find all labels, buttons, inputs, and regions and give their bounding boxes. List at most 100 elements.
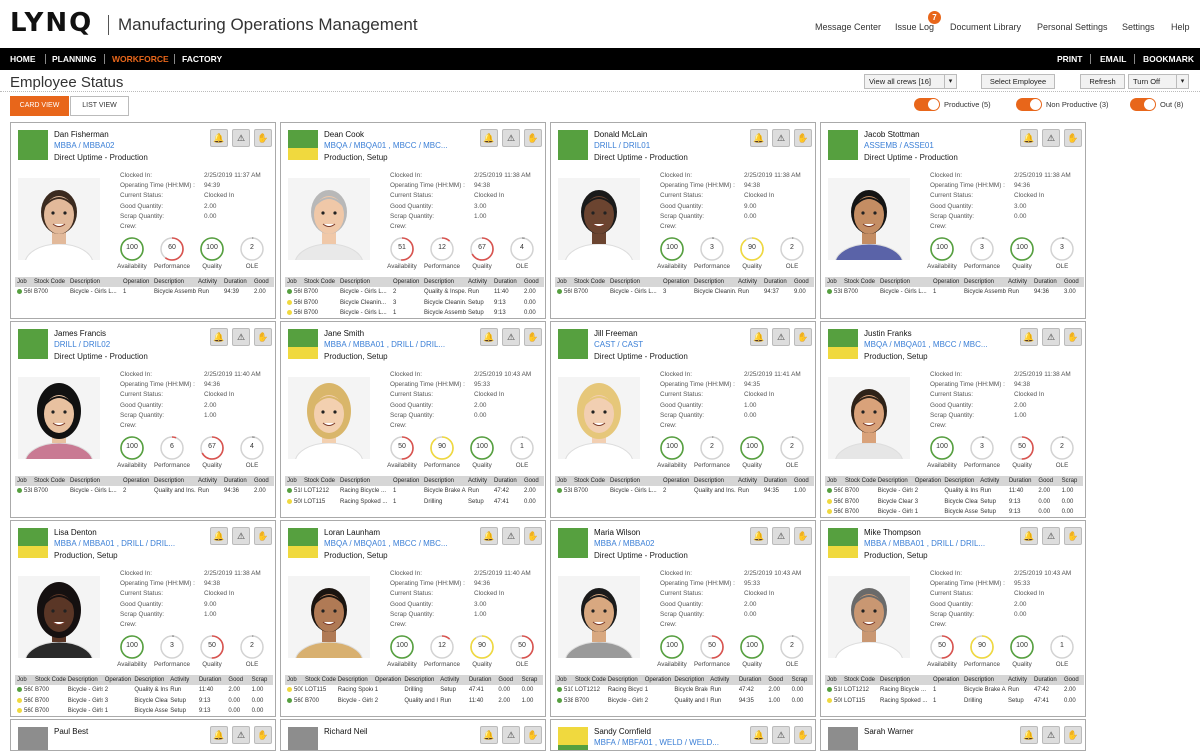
column-header[interactable]: Description <box>878 277 931 287</box>
bell-icon[interactable]: 🔔 <box>1020 527 1038 545</box>
menu-workforce[interactable]: WORKFORCE <box>112 54 169 64</box>
job-row[interactable]: 538B700 Bicycle - Girls L... 2 Quality and … <box>555 486 814 497</box>
job-row[interactable]: 510LOT1212Racing Bicycle ...1Bicycle Bra… <box>285 486 544 497</box>
menu-print[interactable]: PRINT <box>1057 54 1083 64</box>
column-header[interactable]: Good <box>1062 277 1084 287</box>
warning-icon[interactable]: ⚠ <box>232 527 250 545</box>
column-header[interactable]: Stock Code <box>32 675 66 685</box>
warning-icon[interactable]: ⚠ <box>232 726 250 744</box>
hand-icon[interactable]: ✋ <box>1064 129 1082 147</box>
warning-icon[interactable]: ⚠ <box>502 129 520 147</box>
column-header[interactable]: Job <box>825 476 843 486</box>
employee-name[interactable]: Loran Launham <box>324 528 380 537</box>
column-header[interactable]: Duration <box>762 476 792 486</box>
hand-icon[interactable]: ✋ <box>794 129 812 147</box>
column-header[interactable]: Description <box>692 476 736 486</box>
warning-icon[interactable]: ⚠ <box>772 726 790 744</box>
column-header[interactable]: Operation <box>391 476 422 486</box>
column-header[interactable]: Good <box>766 675 790 685</box>
column-header[interactable]: Activity <box>466 277 492 287</box>
employee-name[interactable]: Mike Thompson <box>864 528 921 537</box>
warning-icon[interactable]: ⚠ <box>232 328 250 346</box>
column-header[interactable]: Description <box>335 675 373 685</box>
job-row[interactable]: 500LOT115Racing Spoked ...1DrillingSetup… <box>825 696 1084 707</box>
menu-home[interactable]: HOME <box>10 54 36 64</box>
job-row[interactable]: 538B700 Bicycle - Girls L... 1 Bicycle Asse… <box>825 287 1084 298</box>
column-header[interactable]: Job <box>825 277 842 287</box>
column-header[interactable]: Activity <box>438 675 467 685</box>
work-center-links[interactable]: MBBA / MBBA01 , DRILL / DRIL... <box>864 539 985 548</box>
hand-icon[interactable]: ✋ <box>254 328 272 346</box>
column-header[interactable]: Description <box>962 675 1006 685</box>
hand-icon[interactable]: ✋ <box>524 726 542 744</box>
tab-card-view[interactable]: CARD VIEW <box>10 96 69 116</box>
column-header[interactable]: Good <box>226 675 250 685</box>
job-row[interactable]: 560B700 Bicycle - Girls L...3 Bicycle Clea… <box>15 696 273 707</box>
column-header[interactable]: Activity <box>708 675 737 685</box>
menu-bookmark[interactable]: BOOKMARK <box>1143 54 1194 64</box>
hand-icon[interactable]: ✋ <box>254 726 272 744</box>
job-row[interactable]: 500LOT115Racing Spoked ...1DrillingSetup… <box>285 685 543 696</box>
column-header[interactable]: Stock Code <box>32 476 68 486</box>
employee-name[interactable]: Jacob Stottman <box>864 130 920 139</box>
warning-icon[interactable]: ⚠ <box>772 328 790 346</box>
hand-icon[interactable]: ✋ <box>794 527 812 545</box>
work-center-links[interactable]: MBQA / MBQA01 , MBCC / MBC... <box>864 340 988 349</box>
column-header[interactable]: Description <box>608 476 661 486</box>
employee-name[interactable]: Sarah Warner <box>864 727 914 736</box>
column-header[interactable]: Job <box>15 476 32 486</box>
warning-icon[interactable]: ⚠ <box>1042 527 1060 545</box>
column-header[interactable]: Good <box>522 277 544 287</box>
warning-icon[interactable]: ⚠ <box>502 527 520 545</box>
warning-icon[interactable]: ⚠ <box>772 129 790 147</box>
employee-name[interactable]: Lisa Denton <box>54 528 97 537</box>
column-header[interactable]: Operation <box>661 277 692 287</box>
toggle-switch[interactable] <box>914 98 940 111</box>
column-header[interactable]: Activity <box>196 277 222 287</box>
warning-icon[interactable]: ⚠ <box>1042 328 1060 346</box>
employee-name[interactable]: Jill Freeman <box>594 329 638 338</box>
column-header[interactable]: Description <box>422 277 466 287</box>
crew-select[interactable]: View all crews [16] ▾ <box>864 74 957 89</box>
job-row[interactable]: 560B700 Bicycle - Girls ...1 Bicycle Assem… <box>825 507 1083 517</box>
employee-card[interactable]: Richard Neil 🔔 ⚠ ✋ <box>280 719 546 751</box>
job-row[interactable]: 560B700 Bicycle Cleani...3 Bicycle Cleanin… <box>825 497 1083 508</box>
employee-name[interactable]: James Francis <box>54 329 106 338</box>
job-row[interactable]: 560B700 Bicycle - Girls L...2 Quality and … <box>285 696 543 707</box>
work-center-links[interactable]: ASSEMB / ASSE01 <box>864 141 934 150</box>
column-header[interactable]: Good <box>792 277 814 287</box>
employee-name[interactable]: Dan Fisherman <box>54 130 109 139</box>
toggle-switch[interactable] <box>1130 98 1156 111</box>
column-header[interactable]: Stock Code <box>302 277 338 287</box>
warning-icon[interactable]: ⚠ <box>772 527 790 545</box>
column-header[interactable]: Job <box>285 476 302 486</box>
column-header[interactable]: Operation <box>931 277 962 287</box>
nav-issue-log[interactable]: Issue Log <box>895 22 934 32</box>
job-row[interactable]: 500LOT115Racing Spoked ...1DrillingSetup… <box>285 497 544 508</box>
column-header[interactable]: Activity <box>466 476 492 486</box>
column-header[interactable]: Stock Code <box>572 675 606 685</box>
hand-icon[interactable]: ✋ <box>794 726 812 744</box>
job-row[interactable]: 510LOT1212Racing Bicycle ...1Bicycle Bra… <box>555 685 813 696</box>
column-header[interactable]: Job <box>555 277 572 287</box>
hand-icon[interactable]: ✋ <box>254 527 272 545</box>
job-row[interactable]: 560B700 Bicycle - Girls ...2 Quality & Ins… <box>825 486 1083 497</box>
job-row[interactable]: 560B700 Bicycle - Girls L... 1 Bicycle Asse… <box>15 287 274 298</box>
column-header[interactable]: Description <box>152 476 196 486</box>
employee-card[interactable]: Maria Wilson MBBA / MBBA02 Direct Uptime -… <box>550 520 816 717</box>
employee-card[interactable]: Mike Thompson MBBA / MBBA01 , DRILL / DRI… <box>820 520 1086 717</box>
column-header[interactable]: Job <box>285 675 303 685</box>
menu-planning[interactable]: PLANNING <box>52 54 96 64</box>
column-header[interactable]: Scrap <box>249 675 273 685</box>
nav-personal-settings[interactable]: Personal Settings <box>1037 22 1108 32</box>
work-center-links[interactable]: MBBA / MBBA02 <box>54 141 114 150</box>
column-header[interactable]: Duration <box>1032 675 1062 685</box>
column-header[interactable]: Stock Code <box>32 277 68 287</box>
employee-card[interactable]: Justin Franks MBQA / MBQA01 , MBCC / MBC.… <box>820 321 1086 518</box>
employee-name[interactable]: Justin Franks <box>864 329 912 338</box>
hand-icon[interactable]: ✋ <box>524 129 542 147</box>
column-header[interactable]: Activity <box>1006 277 1032 287</box>
column-header[interactable]: Operation <box>102 675 133 685</box>
column-header[interactable]: Operation <box>661 476 692 486</box>
column-header[interactable]: Description <box>338 476 391 486</box>
